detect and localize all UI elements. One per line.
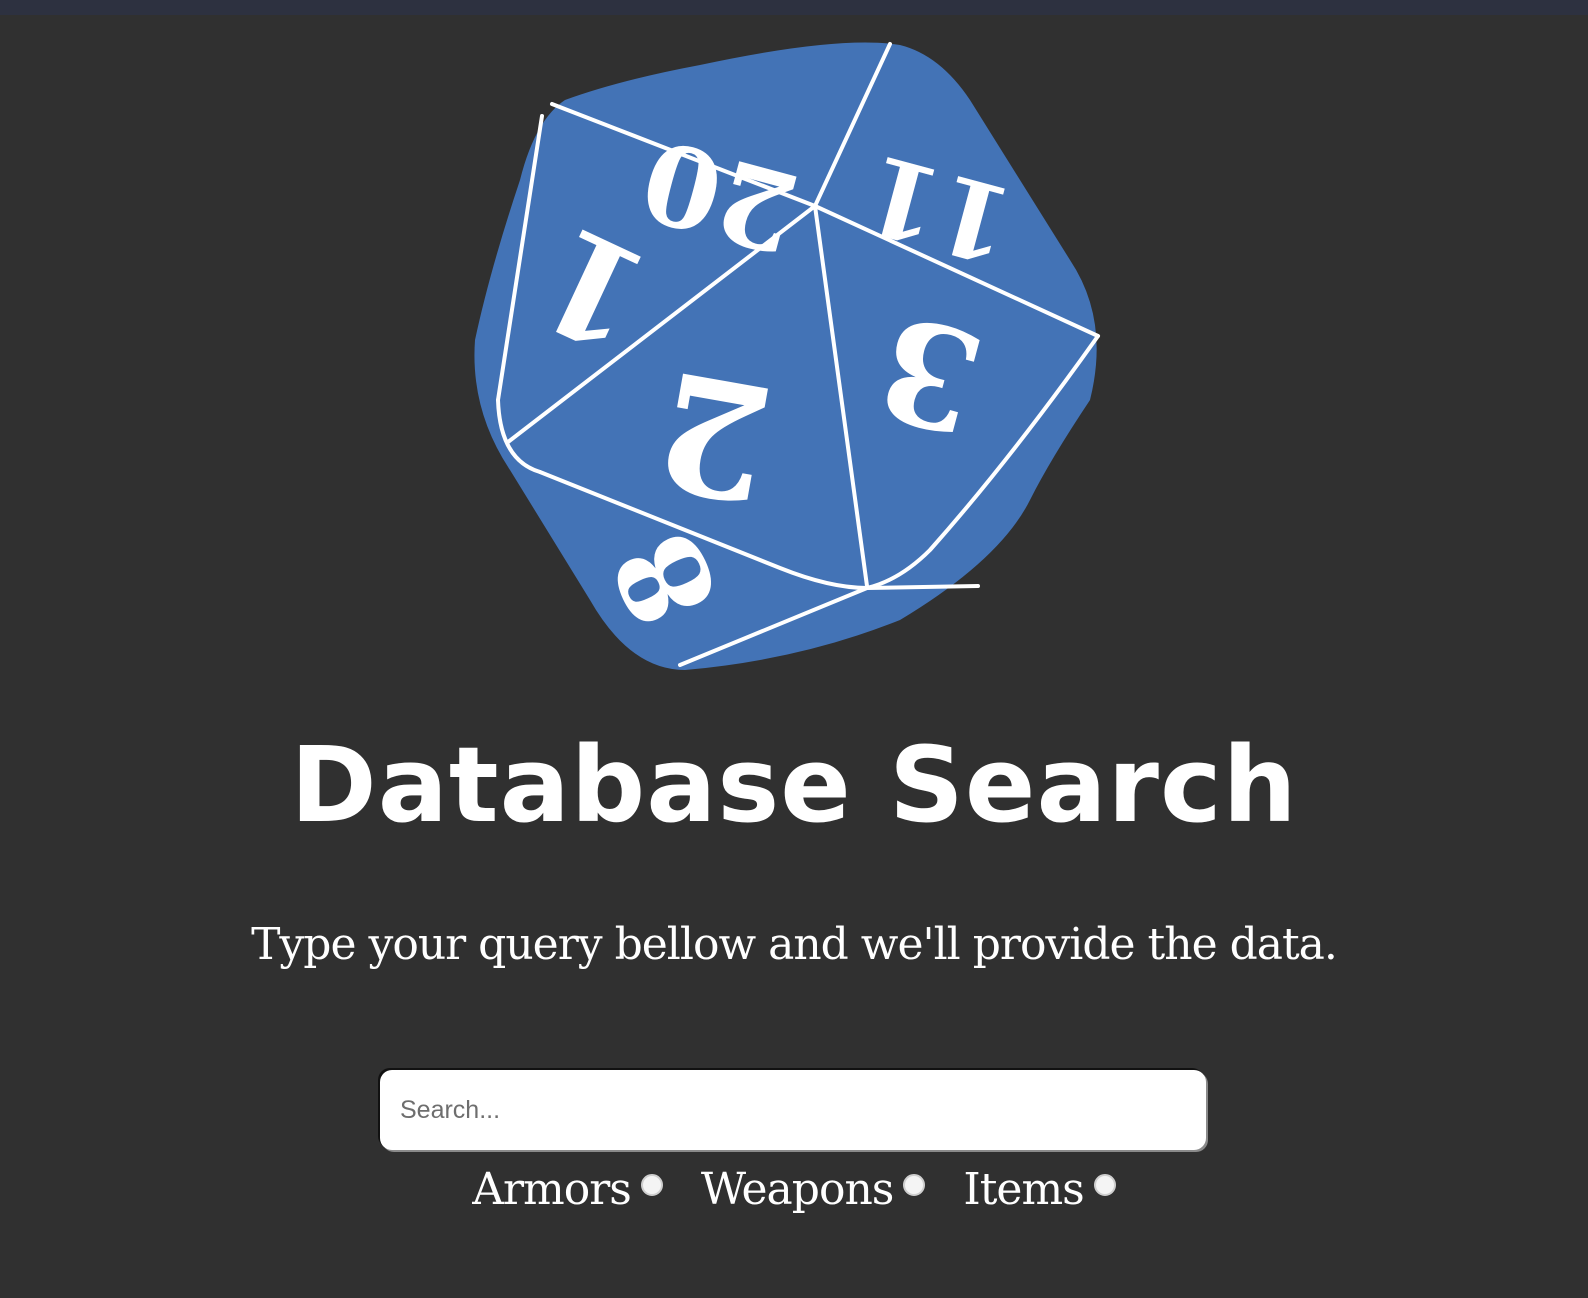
filter-armors[interactable]: Armors (472, 1160, 663, 1220)
d20-dice-logo: 20 11 1 2 3 8 (474, 42, 1100, 670)
page-title: Database Search (290, 724, 1298, 846)
filter-weapons-radio[interactable] (903, 1174, 926, 1196)
page-subtitle: Type your query bellow and we'll provide… (251, 919, 1338, 970)
search-input[interactable] (380, 1070, 1206, 1150)
filter-armors-radio[interactable] (640, 1174, 663, 1196)
filter-weapons-label: Weapons (700, 1164, 894, 1215)
filter-items-radio[interactable] (1093, 1174, 1116, 1196)
filter-items[interactable]: Items (963, 1160, 1116, 1220)
top-strip (0, 0, 1588, 15)
search-box (380, 1070, 1206, 1150)
filter-items-label: Items (963, 1164, 1084, 1215)
category-filters: Armors Weapons Items (0, 1155, 1588, 1225)
filter-weapons[interactable]: Weapons (700, 1160, 926, 1220)
filter-armors-label: Armors (472, 1164, 632, 1215)
